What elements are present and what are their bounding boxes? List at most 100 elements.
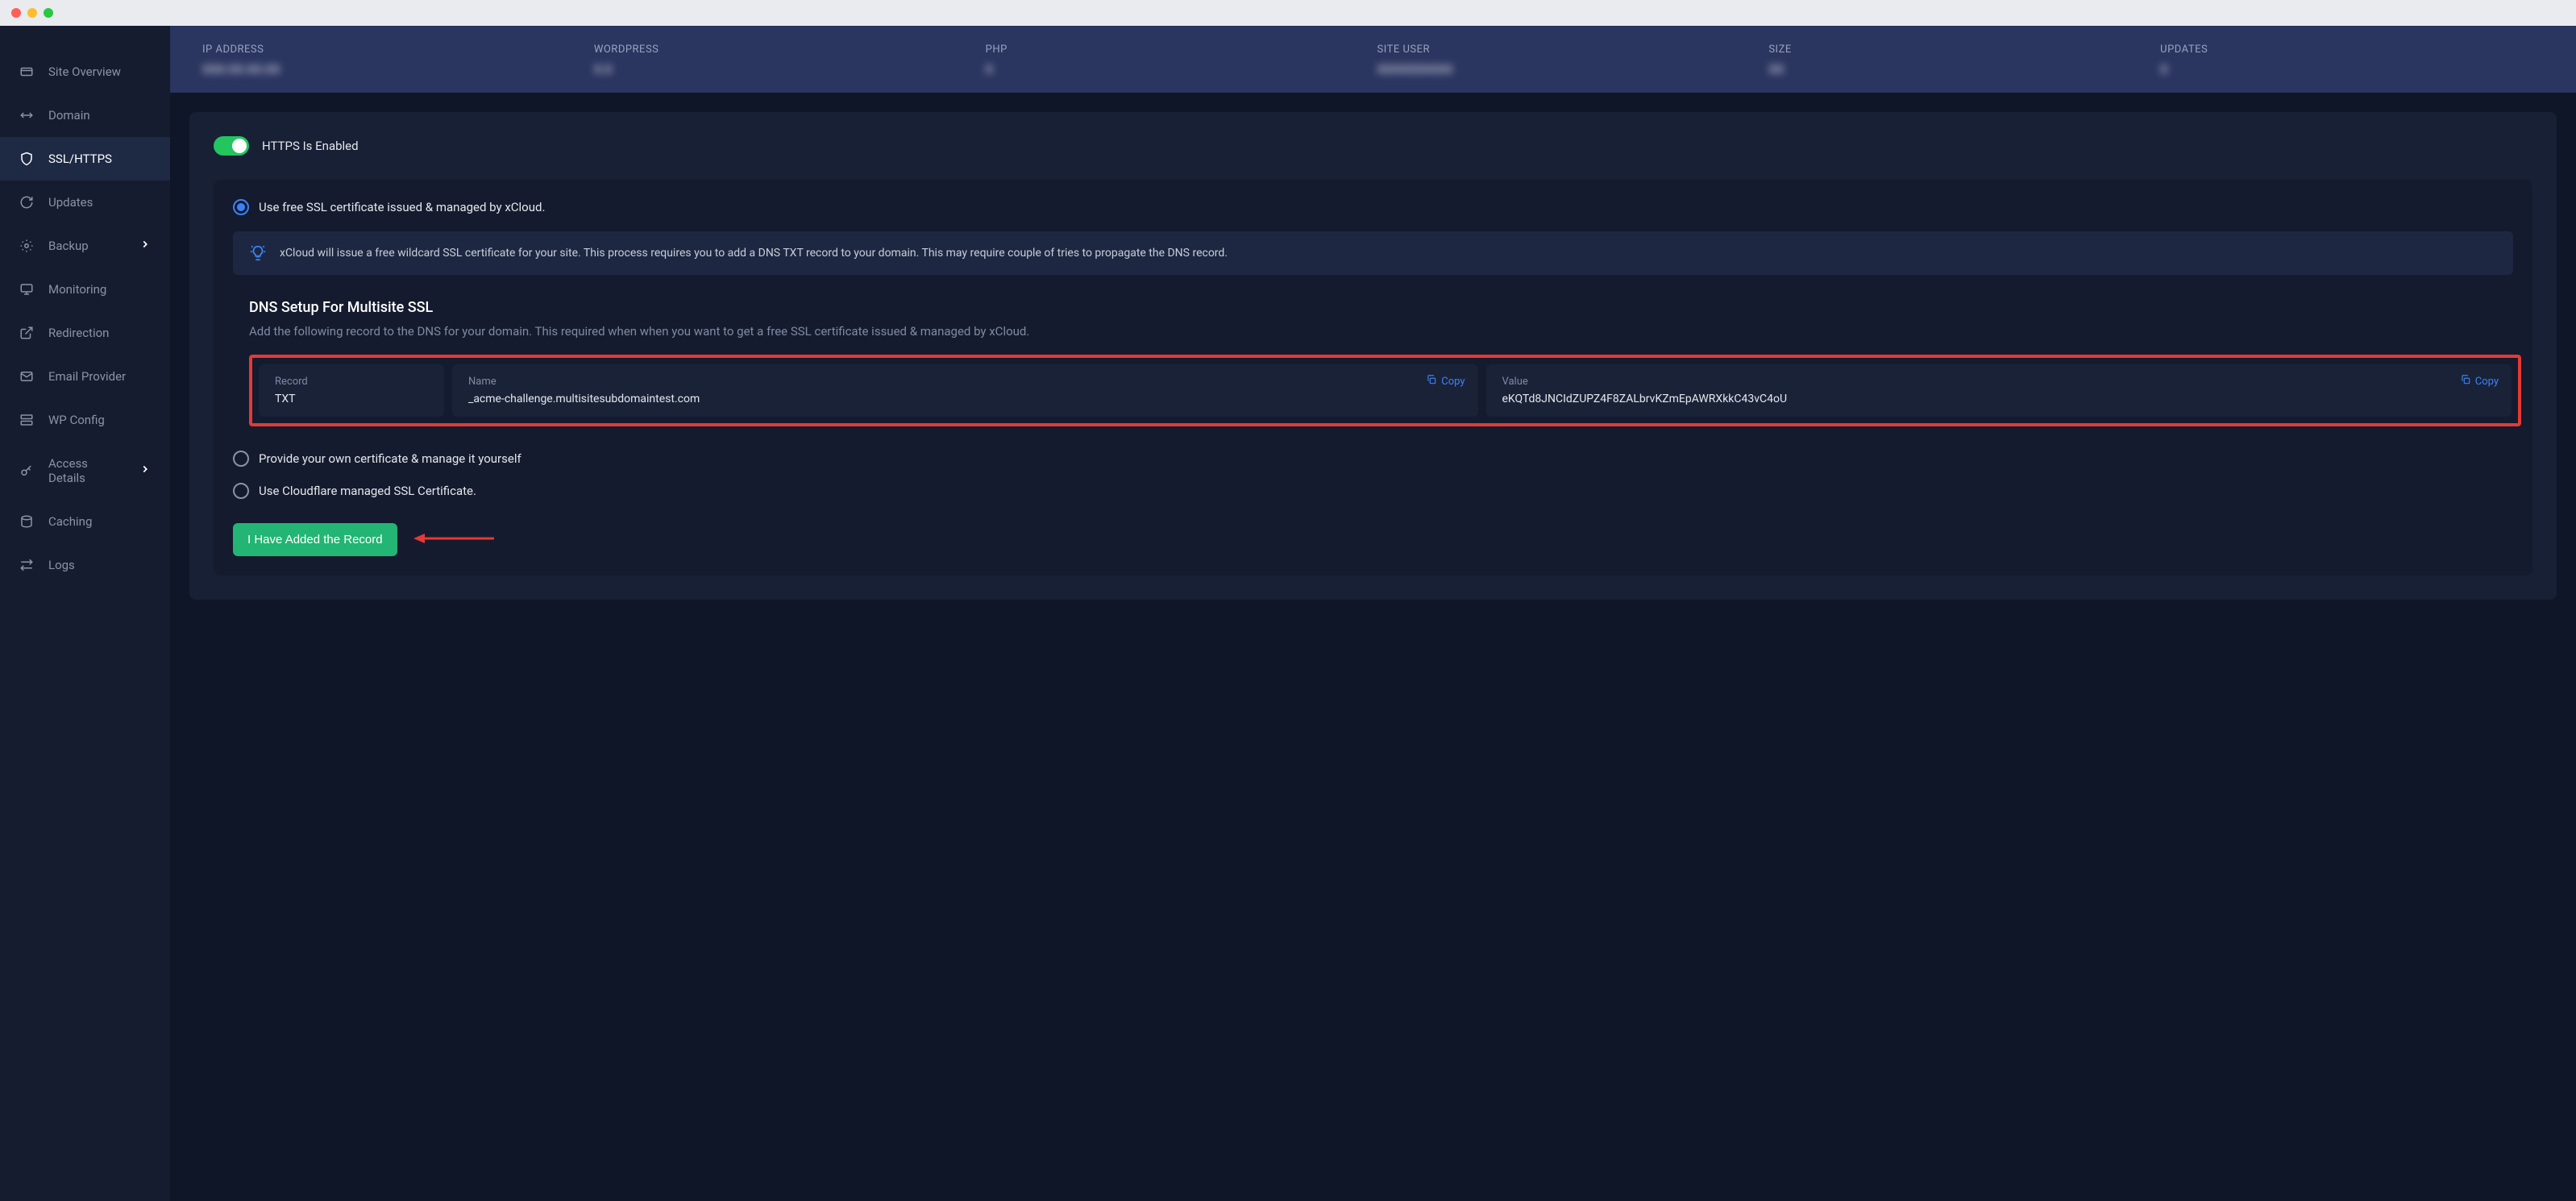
sidebar-item-backup[interactable]: Backup — [0, 224, 170, 268]
sidebar-item-email-provider[interactable]: Email Provider — [0, 355, 170, 398]
stat-label: UPDATES — [2160, 44, 2544, 56]
sidebar-item-ssl-https[interactable]: SSL/HTTPS — [0, 137, 170, 181]
dns-record-label: Record — [275, 376, 428, 388]
stat-ip-address: IP ADDRESS XXX.XX.XX.XX — [202, 44, 586, 77]
radio-label: Use free SSL certificate issued & manage… — [259, 200, 545, 214]
sidebar-item-label: Logs — [48, 558, 75, 572]
radio-button[interactable] — [233, 483, 249, 499]
sidebar-item-label: Email Provider — [48, 369, 126, 384]
copy-icon — [1426, 374, 1437, 389]
chevron-right-icon — [139, 239, 151, 253]
swap-icon — [19, 108, 34, 123]
maximize-window-button[interactable] — [44, 8, 53, 18]
dns-subtext: Add the following record to the DNS for … — [249, 324, 2513, 339]
sidebar-item-domain[interactable]: Domain — [0, 94, 170, 137]
chevron-right-icon — [139, 463, 151, 478]
stat-value: X — [2160, 62, 2544, 77]
sidebar-item-label: WP Config — [48, 413, 105, 427]
header-stats: IP ADDRESS XXX.XX.XX.XX WORDPRESS X.X PH… — [170, 26, 2576, 93]
copy-icon — [2460, 374, 2471, 389]
cta-row: I Have Added the Record — [233, 523, 2513, 556]
dns-value-label: Value — [1502, 376, 2496, 388]
sidebar-item-label: Backup — [48, 239, 89, 253]
sidebar-item-label: SSL/HTTPS — [48, 152, 112, 166]
sidebar-item-label: Site Overview — [48, 64, 121, 79]
https-toggle-label: HTTPS Is Enabled — [262, 139, 359, 153]
dns-name-cell: Copy Name _acme-challenge.multisitesubdo… — [452, 364, 1478, 417]
refresh-icon — [19, 195, 34, 210]
radio-dot-icon — [237, 203, 245, 211]
dns-name-label: Name — [468, 376, 1462, 388]
dns-value-value: eKQTd8JNCIdZUPZ4F8ZALbrvKZmEpAWRXkkC43vC… — [1502, 393, 2496, 405]
dns-heading: DNS Setup For Multisite SSL — [249, 299, 2513, 316]
copy-value-button[interactable]: Copy — [2460, 374, 2499, 389]
swap-horizontal-icon — [19, 558, 34, 572]
sidebar-item-wp-config[interactable]: WP Config — [0, 398, 170, 442]
radio-label: Use Cloudflare managed SSL Certificate. — [259, 484, 476, 498]
key-icon — [19, 463, 34, 478]
dns-table: Record TXT Copy Name _acme-chall — [259, 364, 2512, 417]
sidebar-item-label: Access Details — [48, 456, 125, 485]
dns-table-highlight: Record TXT Copy Name _acme-chall — [249, 355, 2521, 426]
stat-size: SIZE XX — [1768, 44, 2152, 77]
dns-name-value: _acme-challenge.multisitesubdomaintest.c… — [468, 393, 1462, 405]
ssl-option-free[interactable]: Use free SSL certificate issued & manage… — [233, 199, 2513, 215]
server-icon — [19, 413, 34, 427]
mail-icon — [19, 369, 34, 384]
cache-icon — [19, 514, 34, 529]
sidebar-item-monitoring[interactable]: Monitoring — [0, 268, 170, 311]
sidebar-item-label: Domain — [48, 108, 90, 123]
stat-updates: UPDATES X — [2160, 44, 2544, 77]
ssl-options-section: Use free SSL certificate issued & manage… — [214, 180, 2532, 576]
radio-button[interactable] — [233, 451, 249, 467]
main-content: IP ADDRESS XXX.XX.XX.XX WORDPRESS X.X PH… — [170, 26, 2576, 1201]
stat-label: PHP — [986, 44, 1369, 56]
radio-button[interactable] — [233, 199, 249, 215]
copy-label: Copy — [2475, 376, 2499, 388]
sidebar-item-access-details[interactable]: Access Details — [0, 442, 170, 500]
info-bar: xCloud will issue a free wildcard SSL ce… — [233, 231, 2513, 275]
ssl-option-cloudflare[interactable]: Use Cloudflare managed SSL Certificate. — [233, 483, 2513, 499]
card-icon — [19, 64, 34, 79]
https-toggle-row: HTTPS Is Enabled — [214, 136, 2532, 156]
stat-value: XX — [1768, 62, 2152, 77]
stat-value: XXX.XX.XX.XX — [202, 62, 586, 77]
shield-icon — [19, 152, 34, 166]
copy-name-button[interactable]: Copy — [1426, 374, 1465, 389]
added-record-button[interactable]: I Have Added the Record — [233, 523, 397, 556]
sidebar-item-label: Updates — [48, 195, 93, 210]
sidebar-item-label: Monitoring — [48, 282, 106, 297]
ssl-option-own[interactable]: Provide your own certificate & manage it… — [233, 451, 2513, 467]
sidebar-item-caching[interactable]: Caching — [0, 500, 170, 543]
arrow-annotation-icon — [413, 530, 494, 550]
dns-record-cell: Record TXT — [259, 364, 444, 417]
https-toggle[interactable] — [214, 136, 249, 156]
stat-value: X.X — [594, 62, 978, 77]
ssl-panel: HTTPS Is Enabled Use free SSL certificat… — [189, 112, 2557, 600]
stat-php: PHP X — [986, 44, 1369, 77]
sidebar-item-label: Redirection — [48, 326, 109, 340]
stat-wordpress: WORDPRESS X.X — [594, 44, 978, 77]
dns-record-value: TXT — [275, 393, 428, 405]
stat-value: X — [986, 62, 1369, 77]
gear-icon — [19, 239, 34, 253]
radio-label: Provide your own certificate & manage it… — [259, 451, 521, 466]
stat-label: WORDPRESS — [594, 44, 978, 56]
info-text: xCloud will issue a free wildcard SSL ce… — [280, 247, 1228, 260]
lightbulb-icon — [249, 244, 267, 262]
sidebar-item-redirection[interactable]: Redirection — [0, 311, 170, 355]
stat-value: XXXXXXXXXX — [1377, 62, 1761, 77]
close-window-button[interactable] — [11, 8, 21, 18]
title-bar — [0, 0, 2576, 26]
copy-label: Copy — [1441, 376, 1465, 388]
sidebar-item-label: Caching — [48, 514, 92, 529]
sidebar-item-site-overview[interactable]: Site Overview — [0, 50, 170, 94]
sidebar-item-updates[interactable]: Updates — [0, 181, 170, 224]
minimize-window-button[interactable] — [27, 8, 37, 18]
sidebar: Site Overview Domain SSL/HTTPS Updates B — [0, 26, 170, 1201]
sidebar-item-logs[interactable]: Logs — [0, 543, 170, 587]
stat-label: IP ADDRESS — [202, 44, 586, 56]
stat-label: SIZE — [1768, 44, 2152, 56]
stat-site-user: SITE USER XXXXXXXXXX — [1377, 44, 1761, 77]
monitor-icon — [19, 282, 34, 297]
